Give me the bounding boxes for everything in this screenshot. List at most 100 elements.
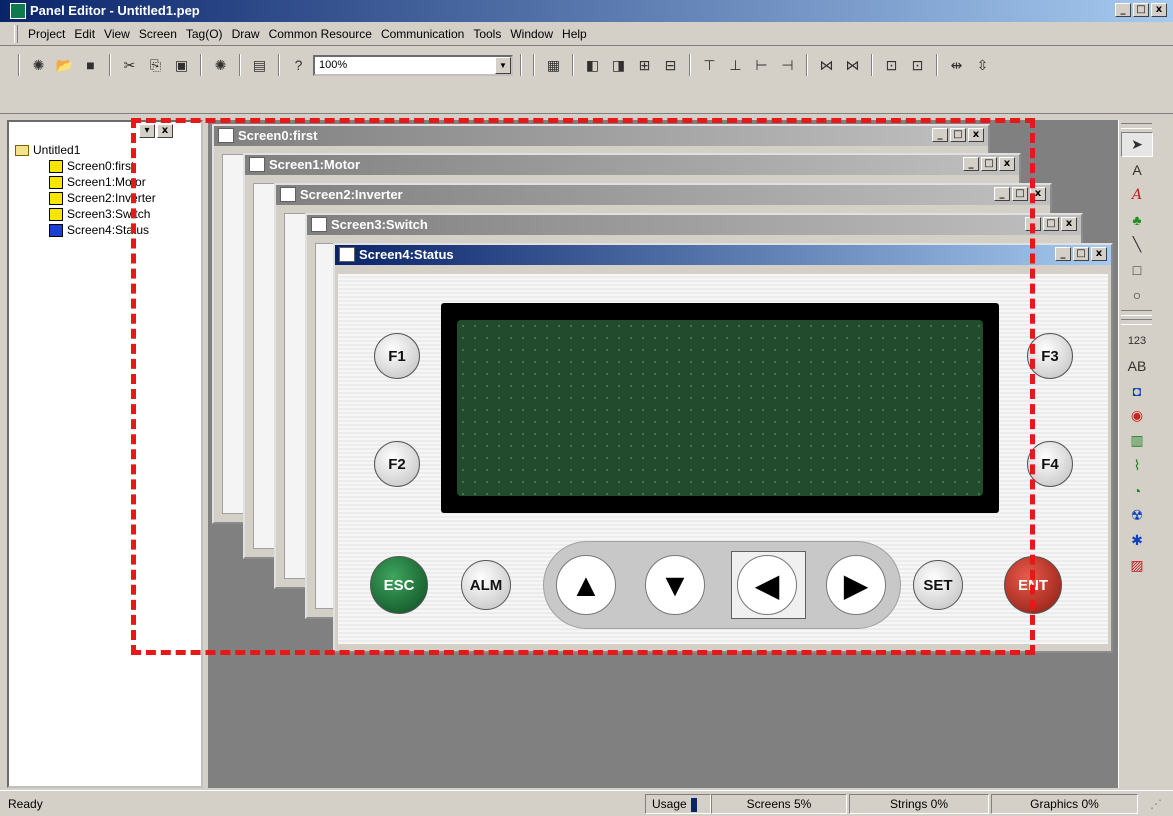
chevron-down-icon[interactable]: ▼ [495, 56, 511, 74]
minimize-button[interactable]: _ [932, 128, 948, 142]
bar-graph-icon[interactable]: ▥ [1121, 428, 1153, 453]
alm-key[interactable]: ALM [461, 560, 511, 610]
meter-icon[interactable]: ☢ [1121, 503, 1153, 528]
menu-help[interactable]: Help [562, 27, 587, 41]
align-left-icon[interactable]: ⊢ [750, 54, 773, 76]
open-icon[interactable]: 📂 [53, 54, 76, 76]
print-icon[interactable]: ▤ [248, 54, 271, 76]
tree-item-screen3[interactable]: Screen3:Switch [15, 206, 156, 222]
pointer-icon[interactable]: ➤ [1121, 132, 1153, 157]
center-h-icon[interactable]: ⊡ [880, 54, 903, 76]
space-h-icon[interactable]: ⇹ [945, 54, 968, 76]
menu-tools[interactable]: Tools [473, 27, 501, 41]
maximize-button[interactable]: □ [981, 157, 997, 171]
styled-text-tool[interactable]: A [1121, 182, 1153, 207]
tree-root[interactable]: Untitled1 [15, 142, 156, 158]
close-button[interactable]: x [1061, 217, 1077, 231]
f2-key[interactable]: F2 [374, 441, 420, 487]
align-right-icon[interactable]: ⊣ [776, 54, 799, 76]
text-tool[interactable]: A [1121, 157, 1153, 182]
f3-key[interactable]: F3 [1027, 333, 1073, 379]
close-button[interactable]: x [968, 128, 984, 142]
rectangle-icon[interactable]: □ [1121, 257, 1153, 282]
toolbar-grip[interactable] [1121, 123, 1152, 129]
grid-icon[interactable]: ▦ [542, 54, 565, 76]
paste-icon[interactable]: ▣ [170, 54, 193, 76]
align-top-icon[interactable]: ⊤ [698, 54, 721, 76]
left-arrow-key[interactable]: ◀ [737, 555, 797, 615]
maximize-button[interactable]: □ [1133, 3, 1149, 17]
copy-icon[interactable]: ⎘ [144, 54, 167, 76]
maximize-button[interactable]: □ [1043, 217, 1059, 231]
maximize-button[interactable]: □ [950, 128, 966, 142]
lamp-icon[interactable]: ◉ [1121, 403, 1153, 428]
tree-item-screen0[interactable]: Screen0:first [15, 158, 156, 174]
align-bottom-icon[interactable]: ⊥ [724, 54, 747, 76]
menu-common-resource[interactable]: Common Resource [269, 27, 372, 41]
maximize-button[interactable]: □ [1012, 187, 1028, 201]
toolbar-grip[interactable] [1121, 319, 1152, 325]
minimize-button[interactable]: _ [963, 157, 979, 171]
resize-grip-icon[interactable]: ⋰ [1150, 797, 1162, 811]
toolbar-grip[interactable] [533, 54, 535, 76]
menu-draw[interactable]: Draw [232, 27, 260, 41]
tree-dock-button[interactable]: ▾ [139, 124, 155, 138]
align-center-v-icon[interactable]: ⋈ [815, 54, 838, 76]
save-icon[interactable]: ■ [79, 54, 102, 76]
ent-key[interactable]: ENT [1004, 556, 1062, 614]
alarm-icon[interactable]: ▨ [1121, 553, 1153, 578]
up-arrow-key[interactable]: ▲ [556, 555, 616, 615]
menu-edit[interactable]: Edit [74, 27, 95, 41]
tree-item-screen1[interactable]: Screen1:Motor [15, 174, 156, 190]
bitmap-icon[interactable]: ♣ [1121, 207, 1153, 232]
minimize-button[interactable]: _ [994, 187, 1010, 201]
toolbar-grip[interactable] [18, 54, 20, 76]
right-arrow-key[interactable]: ▶ [826, 555, 886, 615]
menu-grip[interactable] [14, 25, 18, 43]
circle-icon[interactable]: ○ [1121, 282, 1153, 307]
close-button[interactable]: x [1151, 3, 1167, 17]
menu-window[interactable]: Window [510, 27, 553, 41]
menu-screen[interactable]: Screen [139, 27, 177, 41]
send-back-icon[interactable]: ◨ [607, 54, 630, 76]
new-icon[interactable]: ✺ [27, 54, 50, 76]
f4-key[interactable]: F4 [1027, 441, 1073, 487]
lcd-display[interactable] [457, 320, 983, 496]
center-v-icon[interactable]: ⊡ [906, 54, 929, 76]
close-button[interactable]: x [1030, 187, 1046, 201]
forward-icon[interactable]: ⊞ [633, 54, 656, 76]
backward-icon[interactable]: ⊟ [659, 54, 682, 76]
close-button[interactable]: x [1091, 247, 1107, 261]
fan-icon[interactable]: ✱ [1121, 528, 1153, 553]
minimize-button[interactable]: _ [1055, 247, 1071, 261]
tree-item-screen2[interactable]: Screen2:Inverter [15, 190, 156, 206]
menu-tag[interactable]: Tag(O) [186, 27, 223, 41]
tree-item-screen4[interactable]: Screen4:Status [15, 222, 156, 238]
tree-close-button[interactable]: x [157, 124, 173, 138]
line-icon[interactable]: ╲ [1121, 232, 1153, 257]
zoom-select[interactable]: 100% ▼ [313, 54, 513, 76]
maximize-button[interactable]: □ [1073, 247, 1089, 261]
menu-view[interactable]: View [104, 27, 130, 41]
menu-communication[interactable]: Communication [381, 27, 464, 41]
space-v-icon[interactable]: ⇳ [971, 54, 994, 76]
align-center-h-icon[interactable]: ⋈ [841, 54, 864, 76]
f1-key[interactable]: F1 [374, 333, 420, 379]
pie-graph-icon[interactable]: ◔ [1121, 478, 1153, 503]
set-key[interactable]: SET [913, 560, 963, 610]
menu-project[interactable]: Project [28, 27, 65, 41]
esc-key[interactable]: ESC [370, 556, 428, 614]
minimize-button[interactable]: _ [1025, 217, 1041, 231]
button-icon[interactable]: ◘ [1121, 378, 1153, 403]
cut-icon[interactable]: ✂ [118, 54, 141, 76]
ascii-display-tool[interactable]: AB [1121, 353, 1153, 378]
new-screen-icon[interactable]: ✺ [209, 54, 232, 76]
minimize-button[interactable]: _ [1115, 3, 1131, 17]
numeric-display-tool[interactable]: 123 [1121, 328, 1153, 353]
down-arrow-key[interactable]: ▼ [645, 555, 705, 615]
help-icon[interactable]: ? [287, 54, 310, 76]
trend-graph-icon[interactable]: ⌇ [1121, 453, 1153, 478]
bring-front-icon[interactable]: ◧ [581, 54, 604, 76]
app-title-bar[interactable]: Panel Editor - Untitled1.pep _ □ x [0, 0, 1173, 22]
close-button[interactable]: x [999, 157, 1015, 171]
